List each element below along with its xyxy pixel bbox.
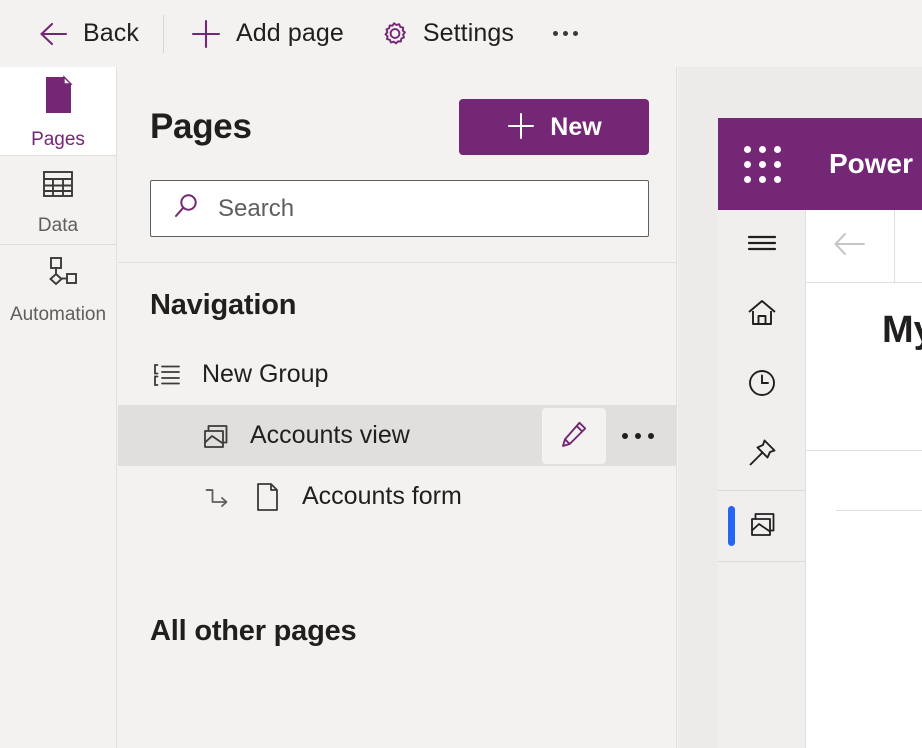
sidebar-item-pages[interactable]: Pages [0, 67, 116, 155]
grid-cell-placeholder [836, 510, 922, 511]
hamburger-menu-button[interactable] [718, 210, 805, 280]
navigation-heading: Navigation [150, 289, 297, 321]
tree-item-label: New Group [202, 360, 329, 388]
back-button[interactable]: Back [36, 12, 139, 56]
pages-panel: Pages New Search Navigation New Group Ac… [118, 67, 677, 748]
waffle-grid-icon[interactable] [744, 145, 781, 183]
plus-icon [189, 17, 223, 51]
tree-item-new-group[interactable]: New Group [118, 344, 676, 405]
command-bar-overflow-button[interactable] [544, 12, 588, 56]
view-icon [746, 508, 778, 545]
app-preview-body: My [718, 210, 922, 748]
pinned-button[interactable] [718, 420, 805, 490]
back-arrow-icon [830, 227, 870, 266]
search-container [150, 180, 649, 237]
all-other-pages-heading: All other pages [150, 615, 357, 647]
ellipsis-dot [553, 31, 559, 36]
pencil-icon [558, 418, 590, 453]
add-page-label: Add page [235, 19, 344, 47]
document-icon [250, 481, 284, 513]
left-rail: Pages Data Automation [0, 67, 117, 748]
home-icon [745, 296, 779, 335]
plus-icon [506, 111, 536, 144]
sidebar-item-data-label: Data [37, 215, 79, 236]
page-more-commands-button[interactable] [608, 408, 668, 464]
ellipsis-dot [563, 31, 569, 36]
app-preview-grid-header [806, 376, 922, 451]
add-page-button[interactable]: Add page [189, 12, 344, 56]
edit-page-button[interactable] [542, 407, 606, 464]
pages-panel-header: Pages New [118, 67, 676, 155]
settings-button[interactable]: Settings [378, 12, 514, 56]
app-preview-back-button[interactable] [806, 210, 895, 282]
ellipsis-dot [635, 432, 641, 439]
sidebar-item-automation-label: Automation [9, 304, 107, 325]
command-bar-divider [162, 14, 164, 53]
ellipsis-dot [573, 31, 579, 36]
recent-clock-icon [745, 366, 779, 405]
group-list-icon [150, 360, 184, 390]
app-preview-header: Power [718, 118, 922, 210]
row-actions [542, 405, 668, 466]
app-preview-rail [718, 210, 806, 748]
pin-icon [745, 436, 779, 475]
app-preview-main: My [806, 210, 922, 748]
flow-icon [38, 254, 78, 297]
subgrid-arrow-icon [200, 482, 234, 512]
app-preview-grid-row [806, 451, 922, 511]
app-preview-accounts-view-button[interactable] [718, 491, 805, 561]
tree-item-accounts-view[interactable]: Accounts view [118, 405, 676, 466]
tree-item-label: Accounts form [302, 482, 462, 510]
settings-label: Settings [422, 19, 514, 47]
app-preview-check-button[interactable] [895, 210, 922, 282]
back-arrow-icon [36, 17, 70, 51]
view-icon [198, 420, 232, 452]
home-button[interactable] [718, 280, 805, 350]
app-preview-toolbar [806, 210, 922, 283]
ellipsis-dot [622, 432, 628, 439]
hamburger-icon [744, 228, 780, 263]
page-title: Pages [150, 107, 252, 146]
rail-divider [718, 561, 806, 562]
search-icon [171, 191, 201, 226]
recent-button[interactable] [718, 350, 805, 420]
gear-icon [378, 18, 410, 50]
page-icon [38, 73, 78, 122]
sidebar-item-automation[interactable]: Automation [0, 245, 116, 333]
back-button-label: Back [83, 19, 139, 47]
sidebar-item-data[interactable]: Data [0, 156, 116, 244]
search-input[interactable] [218, 181, 648, 236]
new-page-button[interactable]: New [459, 99, 649, 155]
command-bar: Back Add page Settings [0, 0, 922, 67]
sidebar-item-pages-label: Pages [31, 129, 85, 150]
table-icon [39, 165, 77, 208]
app-preview-title: Power [829, 148, 914, 179]
ellipsis-dot [648, 432, 654, 439]
app-preview-view-title: My [882, 309, 922, 351]
pages-tree: New Group Accounts view Accounts form [118, 344, 676, 527]
app-preview: Power M [718, 118, 922, 748]
tree-item-accounts-form[interactable]: Accounts form [118, 466, 676, 527]
power-apps-studio-pages-view: Back Add page Settings Pages Data Automa… [0, 0, 922, 748]
search-box[interactable] [150, 180, 649, 237]
new-page-button-label: New [550, 112, 602, 141]
tree-item-label: Accounts view [250, 421, 410, 449]
